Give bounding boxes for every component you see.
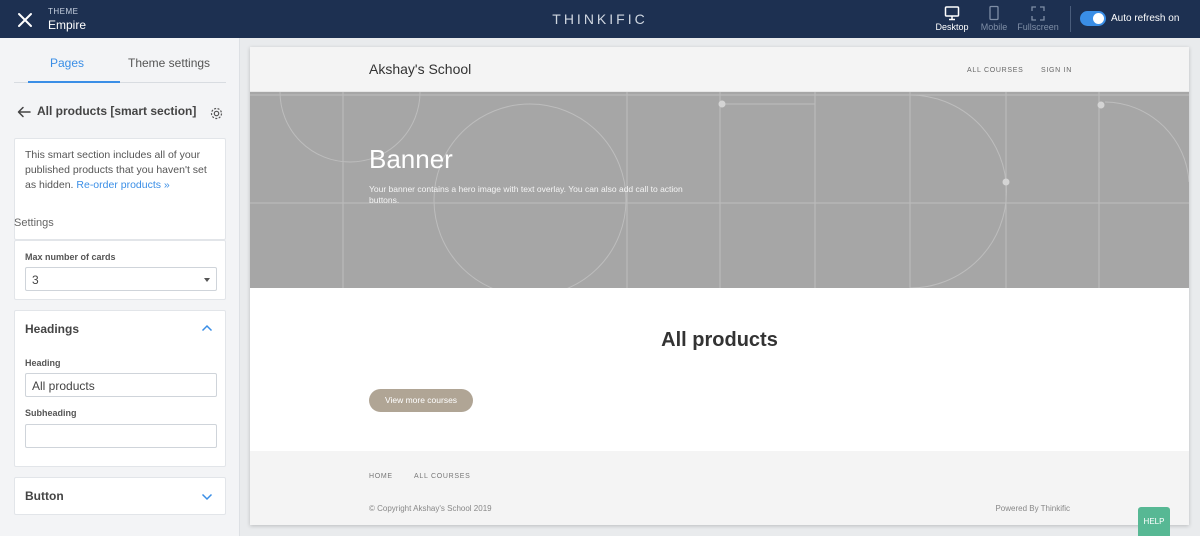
- mobile-label: Mobile: [980, 22, 1008, 32]
- heading-input[interactable]: All products: [25, 373, 217, 397]
- desktop-view-button[interactable]: Desktop: [933, 5, 971, 32]
- caret-down-icon: [204, 278, 210, 282]
- active-tab-indicator: [28, 81, 120, 83]
- headings-card: Headings Heading All products Subheading: [14, 310, 226, 467]
- fullscreen-icon: [1031, 6, 1045, 21]
- reorder-products-link[interactable]: Re-order products »: [76, 179, 169, 191]
- fullscreen-label: Fullscreen: [1017, 22, 1059, 32]
- site-preview: Akshay's School ALL COURSES SIGN IN Bann…: [250, 47, 1189, 525]
- headings-title: Headings: [25, 322, 80, 336]
- heading-label: Heading: [25, 358, 61, 368]
- section-title: All products [smart section]: [37, 104, 197, 118]
- gear-icon[interactable]: [209, 106, 224, 121]
- fullscreen-view-button[interactable]: Fullscreen: [1016, 5, 1060, 32]
- max-cards-value: 3: [32, 273, 39, 287]
- desktop-icon: [944, 6, 960, 21]
- banner-text: Your banner contains a hero image with t…: [369, 184, 683, 205]
- auto-refresh-toggle[interactable]: [1080, 11, 1106, 26]
- view-more-courses-button[interactable]: View more courses: [369, 389, 473, 412]
- site-header: Akshay's School ALL COURSES SIGN IN: [250, 47, 1189, 92]
- footer-all-courses-link[interactable]: ALL COURSES: [414, 473, 470, 480]
- tab-theme-settings[interactable]: Theme settings: [128, 56, 210, 70]
- mobile-icon: [989, 5, 999, 21]
- back-arrow-icon[interactable]: [16, 104, 32, 120]
- banner: Banner Your banner contains a hero image…: [250, 92, 1189, 288]
- powered-by-link[interactable]: Powered By Thinkific: [995, 504, 1070, 513]
- max-cards-label: Max number of cards: [25, 252, 116, 262]
- school-name[interactable]: Akshay's School: [369, 61, 471, 77]
- subheading-input[interactable]: [25, 424, 217, 448]
- toggle-knob: [1093, 13, 1104, 24]
- tab-pages[interactable]: Pages: [50, 56, 84, 70]
- mobile-view-button[interactable]: Mobile: [977, 5, 1011, 32]
- chevron-up-icon[interactable]: [201, 324, 213, 332]
- help-button[interactable]: HELP: [1138, 507, 1170, 536]
- chevron-down-icon[interactable]: [201, 493, 213, 501]
- copyright-text: © Copyright Akshay's School 2019: [369, 504, 492, 513]
- button-card[interactable]: Button: [14, 477, 226, 515]
- nav-sign-in[interactable]: SIGN IN: [1041, 67, 1072, 74]
- auto-refresh-label: Auto refresh on: [1111, 13, 1180, 24]
- section-header: All products [smart section]: [16, 102, 230, 124]
- nav-all-courses[interactable]: ALL COURSES: [967, 67, 1023, 74]
- button-section-title: Button: [25, 489, 64, 503]
- sidebar-tabs: Pages Theme settings: [14, 38, 226, 83]
- max-cards-select[interactable]: 3: [25, 267, 217, 291]
- desktop-label: Desktop: [935, 22, 969, 32]
- max-cards-card: Max number of cards 3: [14, 240, 226, 300]
- site-footer: HOME ALL COURSES © Copyright Akshay's Sc…: [250, 451, 1189, 525]
- top-bar: THEME Empire THINKIFIC Desktop Mobile Fu…: [0, 0, 1200, 38]
- footer-home-link[interactable]: HOME: [369, 473, 393, 480]
- subheading-label: Subheading: [25, 408, 77, 418]
- settings-label: Settings: [14, 217, 54, 229]
- heading-value: All products: [32, 379, 95, 393]
- banner-title: Banner: [369, 144, 453, 174]
- sidebar: Pages Theme settings All products [smart…: [0, 38, 240, 536]
- topbar-divider: [1070, 6, 1071, 32]
- products-title: All products: [661, 329, 778, 351]
